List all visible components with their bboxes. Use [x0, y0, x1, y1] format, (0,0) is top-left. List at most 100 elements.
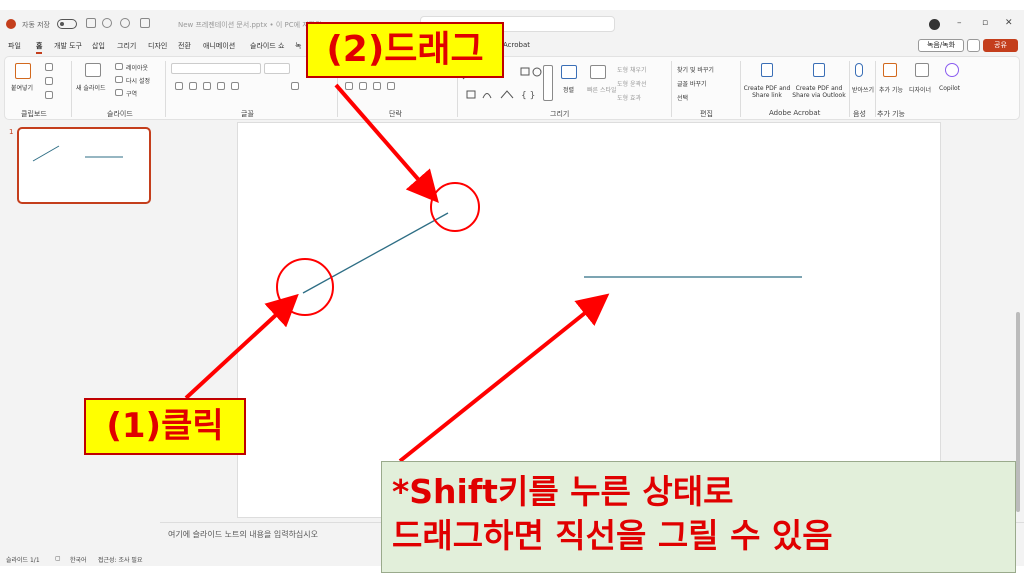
- format-painter-icon[interactable]: [45, 91, 53, 99]
- layout-icon[interactable]: [115, 63, 123, 70]
- designer-button[interactable]: 디자이너: [909, 85, 931, 94]
- accessibility-status[interactable]: 접근성: 조사 필요: [98, 555, 142, 564]
- tab-record[interactable]: 녹: [295, 41, 301, 51]
- justify-icon[interactable]: [387, 82, 395, 90]
- tab-draw[interactable]: 그리기: [117, 41, 136, 51]
- add-ins-button[interactable]: 추가 기능: [879, 85, 903, 94]
- tab-design[interactable]: 디자인: [148, 41, 167, 51]
- slide-count: 슬라이드 1/1: [6, 557, 40, 564]
- vertical-scrollbar[interactable]: [1014, 122, 1022, 522]
- create-pdf-outlook-icon[interactable]: [813, 63, 825, 77]
- group-separator: [849, 61, 850, 117]
- diagonal-line-shape[interactable]: [302, 212, 449, 294]
- section-icon[interactable]: [115, 89, 123, 96]
- create-pdf-icon[interactable]: [761, 63, 773, 77]
- group-label-font: 글꼴: [241, 110, 254, 118]
- italic-icon[interactable]: [189, 82, 197, 90]
- tab-home[interactable]: 홈: [36, 41, 43, 54]
- reset-button[interactable]: 다시 설정: [126, 76, 150, 85]
- tab-file[interactable]: 파일: [8, 41, 21, 51]
- paste-button-label[interactable]: 붙여넣기: [11, 83, 33, 92]
- rectangle-shape-icon[interactable]: [520, 67, 530, 76]
- shape-outline-button[interactable]: 도형 윤곽선: [617, 79, 647, 88]
- font-family-select[interactable]: [171, 63, 261, 74]
- autosave-toggle[interactable]: [57, 19, 77, 29]
- designer-icon[interactable]: [915, 63, 929, 77]
- freeform-shape-icon[interactable]: [500, 90, 514, 99]
- paste-icon[interactable]: [15, 63, 31, 79]
- shape-fill-button[interactable]: 도형 채우기: [617, 65, 647, 74]
- scrollbar-thumb[interactable]: [1016, 312, 1020, 512]
- slide-content: [302, 212, 802, 294]
- shape-gallery[interactable]: { }: [461, 65, 543, 105]
- new-slide-icon[interactable]: [85, 63, 101, 77]
- notes-placeholder[interactable]: 여기에 슬라이드 노트의 내용을 입력하십시오: [168, 529, 318, 540]
- quick-styles-button[interactable]: 빠른 스타일: [587, 85, 617, 94]
- record-button[interactable]: 녹음/녹화: [918, 39, 964, 52]
- save-icon[interactable]: [86, 18, 96, 28]
- line-shape-icon[interactable]: [462, 68, 474, 80]
- rounded-rectangle-shape-icon[interactable]: [466, 90, 476, 99]
- avatar[interactable]: [929, 19, 940, 30]
- tab-slideshow[interactable]: 슬라이드 쇼: [250, 41, 284, 51]
- cut-icon[interactable]: [45, 63, 53, 71]
- tab-developer[interactable]: 개발 도구: [54, 41, 82, 51]
- find-replace-button[interactable]: 찾기 및 바꾸기: [677, 65, 714, 74]
- arrange-icon[interactable]: [561, 65, 577, 79]
- share-button[interactable]: 공유: [983, 39, 1018, 52]
- tab-acrobat[interactable]: Acrobat: [503, 41, 530, 49]
- create-pdf-outlook-button[interactable]: Create PDF and Share via Outlook: [791, 85, 847, 99]
- new-slide-button-label[interactable]: 새 슬라이드: [76, 83, 106, 92]
- copilot-icon[interactable]: [945, 63, 959, 77]
- quick-styles-icon[interactable]: [590, 65, 606, 79]
- redo-icon[interactable]: [120, 18, 130, 28]
- shape-effects-button[interactable]: 도형 효과: [617, 93, 641, 102]
- tab-transitions[interactable]: 전환: [178, 41, 191, 51]
- restore-icon[interactable]: ▫: [982, 18, 988, 28]
- bold-icon[interactable]: [175, 82, 183, 90]
- ribbon: 붙여넣기 클립보드 새 슬라이드 레이아웃 다시 설정 구역 슬라이드 글꼴 단: [4, 56, 1020, 120]
- curve-shape-icon[interactable]: [482, 93, 492, 99]
- select-button[interactable]: 선택: [677, 93, 688, 102]
- group-label-clipboard: 클립보드: [21, 110, 47, 118]
- group-label-drawing: 그리기: [550, 110, 570, 118]
- shape-gallery-scroll[interactable]: [543, 65, 553, 101]
- create-pdf-share-link-button[interactable]: Create PDF and Share link: [743, 85, 791, 99]
- spelling-icon[interactable]: ▢: [55, 555, 61, 562]
- strikethrough-icon[interactable]: [217, 82, 225, 90]
- align-left-icon[interactable]: [345, 82, 353, 90]
- language-indicator[interactable]: 한국어: [70, 555, 87, 564]
- oval-shape-icon[interactable]: [532, 67, 542, 77]
- section-button[interactable]: 구역: [126, 89, 137, 98]
- brace-shape-icon[interactable]: { }: [521, 91, 535, 101]
- microphone-icon[interactable]: [855, 63, 863, 77]
- minimize-icon[interactable]: –: [957, 18, 962, 28]
- comments-icon[interactable]: [967, 39, 980, 52]
- reset-icon[interactable]: [115, 76, 123, 83]
- quick-access-more-icon[interactable]: [140, 18, 150, 28]
- undo-icon[interactable]: [102, 18, 112, 28]
- close-icon[interactable]: ✕: [1005, 18, 1013, 28]
- arrange-button[interactable]: 정렬: [563, 85, 574, 94]
- font-color-icon[interactable]: [291, 82, 299, 90]
- slide-canvas[interactable]: [237, 122, 941, 518]
- status-bar: 슬라이드 1/1 ▢ 한국어 접근성: 조사 필요: [0, 554, 1024, 566]
- character-spacing-icon[interactable]: [231, 82, 239, 90]
- underline-icon[interactable]: [203, 82, 211, 90]
- add-ins-icon[interactable]: [883, 63, 897, 77]
- slide-thumbnail[interactable]: [17, 127, 151, 204]
- font-size-select[interactable]: [264, 63, 290, 74]
- layout-button[interactable]: 레이아웃: [126, 63, 148, 72]
- align-right-icon[interactable]: [373, 82, 381, 90]
- copy-icon[interactable]: [45, 77, 53, 85]
- replace-fonts-button[interactable]: 글꼴 바꾸기: [677, 79, 707, 88]
- tab-insert[interactable]: 삽입: [92, 41, 105, 51]
- align-center-icon[interactable]: [359, 82, 367, 90]
- group-label-acrobat: Adobe Acrobat: [769, 109, 821, 117]
- search-input[interactable]: [420, 16, 615, 32]
- tab-animations[interactable]: 애니메이션: [203, 41, 235, 51]
- notes-pane[interactable]: 여기에 슬라이드 노트의 내용을 입력하십시오: [160, 522, 1024, 552]
- copilot-button[interactable]: Copilot: [939, 85, 960, 92]
- autosave-label: 자동 저장: [22, 21, 50, 29]
- dictate-button[interactable]: 받아쓰기: [852, 85, 874, 94]
